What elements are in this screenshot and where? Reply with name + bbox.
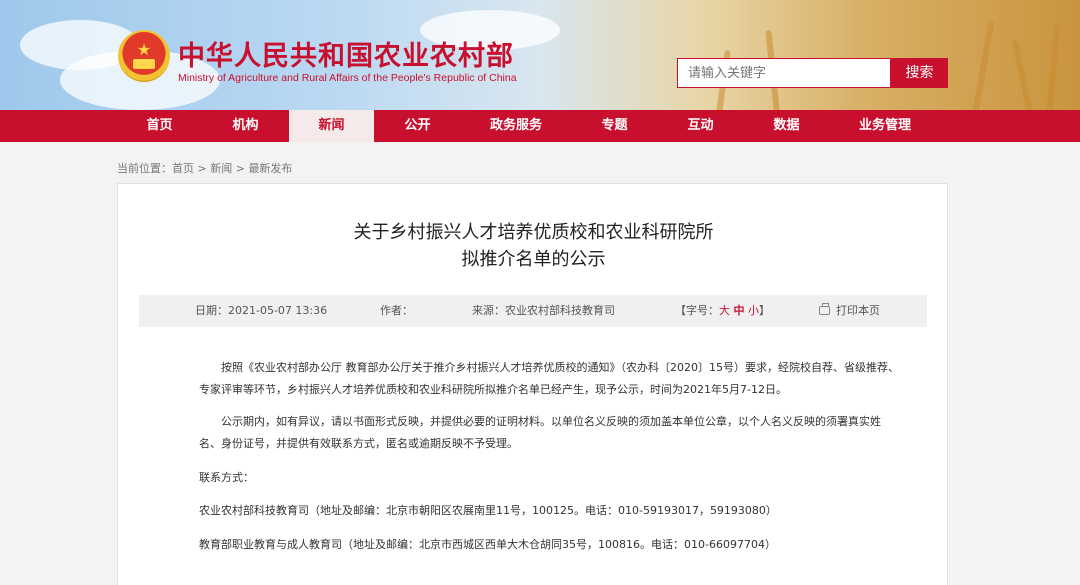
main-nav: 首页 机构 新闻 公开 政务服务 专题 互动 数据 业务管理 <box>0 110 1080 142</box>
star-icon: ★ <box>136 40 152 59</box>
search-button[interactable]: 搜索 <box>891 58 948 88</box>
nav-item-public[interactable]: 公开 <box>375 110 460 142</box>
wheat-decoration <box>971 20 995 110</box>
article-meta-bar: 日期：2021-05-07 13:36 作者： 来源：农业农村部科技教育司 【字… <box>139 295 927 327</box>
font-size-medium-link[interactable]: 中 <box>734 304 745 317</box>
nav-item-services[interactable]: 政务服务 <box>461 110 571 142</box>
breadcrumb-separator: > <box>194 162 211 175</box>
nav-item-home[interactable]: 首页 <box>117 110 202 142</box>
nav-item-news[interactable]: 新闻 <box>289 110 374 142</box>
font-size-label: 【字号： <box>675 304 719 317</box>
breadcrumb-home-link[interactable]: 首页 <box>172 162 194 175</box>
article-paragraph: 农业农村部科技教育司（地址及邮编：北京市朝阳区农展南里11号，100125。电话… <box>199 504 777 517</box>
site-header: ★ 中华人民共和国农业农村部 Ministry of Agriculture a… <box>0 0 1080 110</box>
breadcrumb-separator: > <box>232 162 249 175</box>
article-card: 关于乡村振兴人才培养优质校和农业科研院所 拟推介名单的公示 日期：2021-05… <box>117 183 948 585</box>
nav-item-data[interactable]: 数据 <box>744 110 829 142</box>
printer-icon <box>819 303 830 315</box>
nav-item-organization[interactable]: 机构 <box>203 110 288 142</box>
wheat-decoration <box>1045 24 1061 110</box>
font-size-small-link[interactable]: 小 <box>748 304 759 317</box>
search-input[interactable] <box>677 58 891 88</box>
site-subtitle: Ministry of Agriculture and Rural Affair… <box>178 72 517 84</box>
nav-item-business[interactable]: 业务管理 <box>830 110 940 142</box>
wheat-decoration <box>1011 40 1035 110</box>
font-size-control: 【字号：大 中 小】 <box>675 295 770 327</box>
breadcrumb-prefix: 当前位置： <box>117 162 172 175</box>
article-paragraph: 按照《农业农村部办公厅 教育部办公厅关于推介乡村振兴人才培养优质校的通知》（农办… <box>199 361 899 396</box>
print-label: 打印本页 <box>836 304 880 317</box>
breadcrumb: 当前位置：首页 > 新闻 > 最新发布 <box>117 160 292 176</box>
breadcrumb-current-link[interactable]: 最新发布 <box>248 162 292 175</box>
article-source: 来源：农业农村部科技教育司 <box>472 304 615 317</box>
national-emblem-icon[interactable]: ★ <box>118 30 170 82</box>
breadcrumb-news-link[interactable]: 新闻 <box>210 162 232 175</box>
article-title-line2: 拟推介名单的公示 <box>461 249 606 270</box>
article-author: 作者： <box>380 304 413 317</box>
font-size-bracket: 】 <box>759 304 770 317</box>
print-page-link[interactable]: 打印本页 <box>819 295 880 327</box>
article-paragraph: 联系方式： <box>199 471 254 484</box>
nav-item-topics[interactable]: 专题 <box>572 110 657 142</box>
nav-item-interaction[interactable]: 互动 <box>658 110 743 142</box>
article-date: 日期：2021-05-07 13:36 <box>195 304 328 317</box>
site-title[interactable]: 中华人民共和国农业农村部 <box>178 34 514 73</box>
article-paragraph: 公示期内，如有异议，请以书面形式反映，并提供必要的证明材料。以单位名义反映的须加… <box>199 415 881 450</box>
gate-icon <box>133 59 155 69</box>
article-title-line1: 关于乡村振兴人才培养优质校和农业科研院所 <box>353 222 714 243</box>
font-size-large-link[interactable]: 大 <box>719 304 730 317</box>
article-paragraph: 教育部职业教育与成人教育司（地址及邮编：北京市西城区西单大木仓胡同35号，100… <box>199 538 776 551</box>
